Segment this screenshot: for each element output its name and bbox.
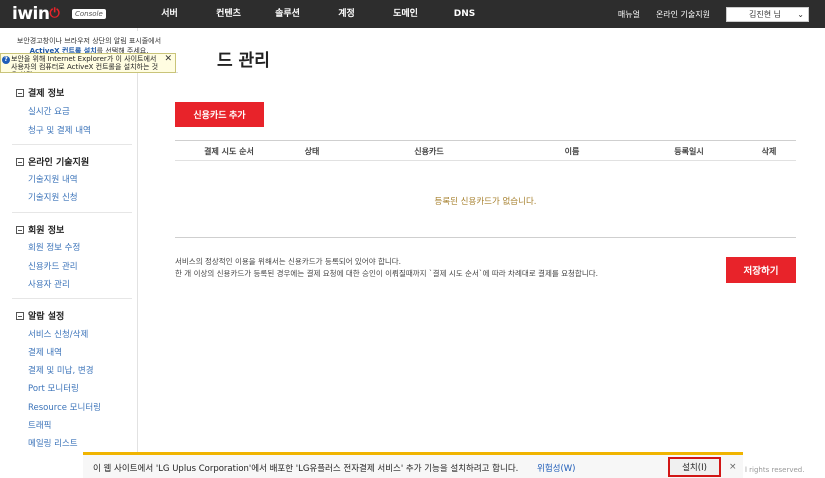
risk-link[interactable]: 위험성(W) xyxy=(537,462,576,474)
sidebar-item-user-manage[interactable]: 사용자 관리 xyxy=(28,278,70,290)
sidebar-group-billing[interactable]: 결제 정보 xyxy=(16,86,64,99)
sidebar-group-alarm[interactable]: 알람 설정 xyxy=(16,309,64,322)
col-status: 상태 xyxy=(304,147,320,156)
table-header-border xyxy=(175,160,796,161)
manual-link[interactable]: 매뉴얼 xyxy=(618,9,640,20)
shield-icon: ? xyxy=(2,56,10,64)
user-name: 김진현 님 xyxy=(749,9,781,19)
sidebar-item-payment-unpaid[interactable]: 결제 및 미납, 변경 xyxy=(28,364,94,376)
collapse-icon xyxy=(16,225,24,234)
user-dropdown[interactable]: 김진현 님 ⌄ xyxy=(726,6,809,22)
table-bottom-border xyxy=(175,237,796,238)
collapse-icon xyxy=(16,88,24,97)
main-nav: 서버 컨텐츠 솔루션 계정 도메인 DNS xyxy=(140,0,494,28)
sidebar-group-support[interactable]: 온라인 기술지원 xyxy=(16,155,89,168)
collapse-icon xyxy=(16,157,24,166)
col-name: 이름 xyxy=(564,147,580,156)
col-credit-card: 신용카드 xyxy=(414,147,444,156)
sidebar-item-realtime-fee[interactable]: 실시간 요금 xyxy=(28,105,70,117)
console-badge: Console xyxy=(72,9,106,19)
divider xyxy=(12,212,132,213)
nav-domain[interactable]: 도메인 xyxy=(376,0,435,28)
online-support-link[interactable]: 온라인 기술지원 xyxy=(656,9,710,20)
top-right-links: 매뉴얼 온라인 기술지원 김진현 님 ⌄ xyxy=(618,0,825,28)
sidebar: 결제 정보 실시간 요금 청구 및 결제 내역 온라인 기술지원 기술지원 내역… xyxy=(0,28,138,478)
add-card-button[interactable]: 신용카드 추가 xyxy=(175,102,264,127)
iwin-logo[interactable]: iwin⏻ xyxy=(12,4,60,24)
sidebar-item-payment-history[interactable]: 결제 내역 xyxy=(28,346,62,358)
divider xyxy=(12,144,132,145)
sidebar-item-resource-monitor[interactable]: Resource 모니터링 xyxy=(28,401,101,413)
table-top-border xyxy=(175,140,796,141)
nav-account[interactable]: 계정 xyxy=(317,0,376,28)
nav-server[interactable]: 서버 xyxy=(140,0,199,28)
page-title: 드 관리 xyxy=(217,51,270,71)
sidebar-item-support-history[interactable]: 기술지원 내역 xyxy=(28,173,78,185)
nav-contents[interactable]: 컨텐츠 xyxy=(199,0,258,28)
sidebar-item-support-request[interactable]: 기술지원 신청 xyxy=(28,191,78,203)
footer-rights: l rights reserved. xyxy=(745,466,805,474)
sidebar-item-service-apply[interactable]: 서비스 신청/삭제 xyxy=(28,328,88,340)
notice-line2: 한 개 이상의 신용카드가 등록된 경우에는 결제 요청에 대한 승인이 이뤄질… xyxy=(175,269,599,278)
ie-bar-text: 보안을 위해 Internet Explorer가 이 사이트에서 사용자의 컴… xyxy=(11,55,159,72)
sidebar-item-member-edit[interactable]: 회원 정보 수정 xyxy=(28,241,80,253)
top-bar: iwin⏻ Console 서버 컨텐츠 솔루션 계정 도메인 DNS 매뉴얼 … xyxy=(0,0,825,28)
save-button[interactable]: 저장하기 xyxy=(726,257,796,283)
notice-line1: 서비스의 정상적인 이용을 위해서는 신용카드가 등록되어 있어야 합니다. xyxy=(175,257,402,266)
collapse-icon xyxy=(16,311,24,320)
col-delete: 삭제 xyxy=(761,147,777,156)
sidebar-item-billing-history[interactable]: 청구 및 결제 내역 xyxy=(28,124,91,136)
sidebar-item-traffic[interactable]: 트래픽 xyxy=(28,419,51,431)
close-icon[interactable]: × xyxy=(729,462,737,472)
sidebar-group-member[interactable]: 회원 정보 xyxy=(16,223,64,236)
main-content: 드 관리 신용카드 추가 결제 시도 순서 상태 신용카드 이름 등록일시 삭제… xyxy=(139,28,825,478)
install-message: 이 웹 사이트에서 'LG Uplus Corporation'에서 배포한 '… xyxy=(93,464,519,474)
notice: 서비스의 정상적인 이용을 위해서는 신용카드가 등록되어 있어야 합니다. 한… xyxy=(175,256,598,280)
empty-message: 등록된 신용카드가 없습니다. xyxy=(434,197,537,207)
nav-solution[interactable]: 솔루션 xyxy=(258,0,317,28)
sidebar-item-card-manage[interactable]: 신용카드 관리 xyxy=(28,260,78,272)
divider xyxy=(12,298,132,299)
sidebar-item-port-monitor[interactable]: Port 모니터링 xyxy=(28,382,79,394)
col-payment-order: 결제 시도 순서 xyxy=(204,147,254,156)
nav-dns[interactable]: DNS xyxy=(435,0,494,28)
install-notification-bar: 이 웹 사이트에서 'LG Uplus Corporation'에서 배포한 '… xyxy=(83,452,743,478)
sidebar-item-mailing-list[interactable]: 메일링 리스트 xyxy=(28,437,78,449)
chevron-down-icon: ⌄ xyxy=(797,9,804,19)
col-registered: 등록일시 xyxy=(674,147,704,156)
install-button[interactable]: 설치(I) xyxy=(668,457,721,477)
